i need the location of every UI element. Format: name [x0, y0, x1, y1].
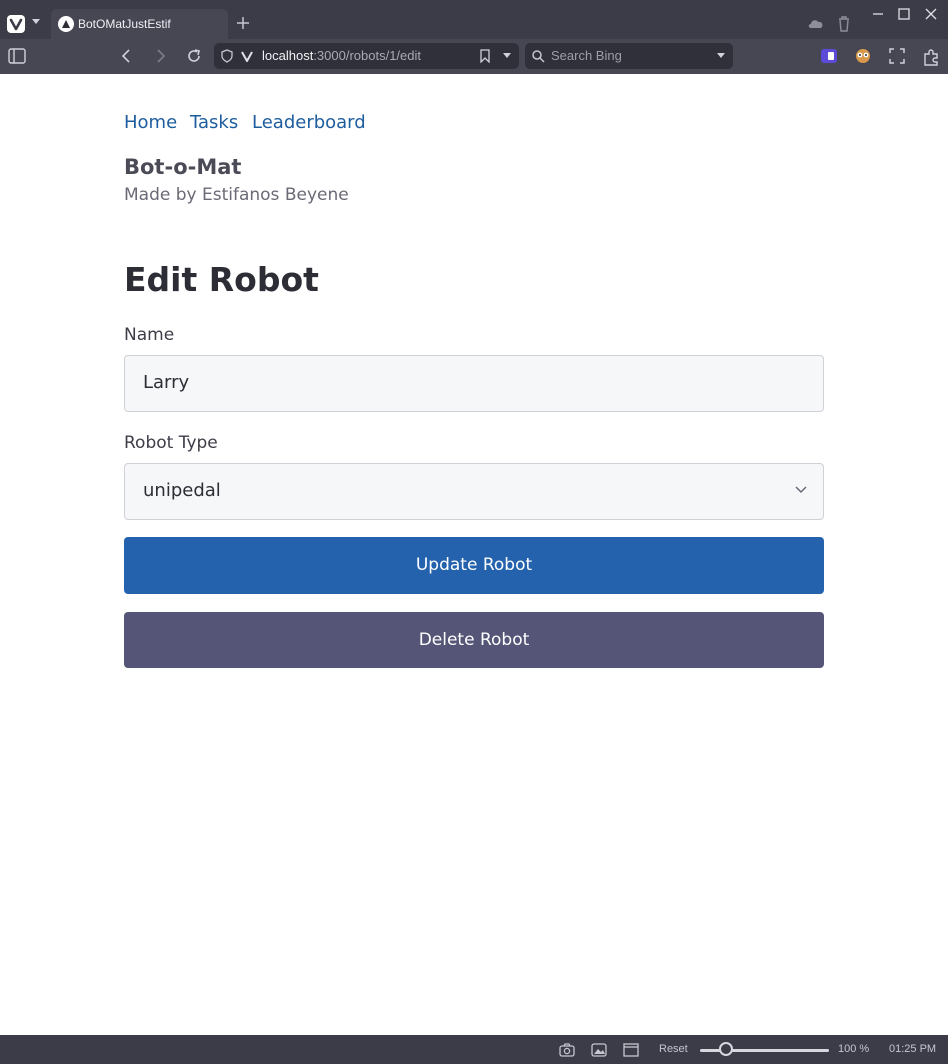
- vivaldi-logo-icon: [9, 18, 23, 31]
- chevron-down-icon: [795, 486, 807, 494]
- nav-link-leaderboard[interactable]: Leaderboard: [252, 112, 366, 133]
- back-icon[interactable]: [119, 48, 133, 64]
- name-field-value: Larry: [143, 372, 190, 393]
- panel-toggle-icon[interactable]: [8, 48, 26, 64]
- url-path: :3000/robots/1/edit: [313, 48, 422, 63]
- delete-robot-button[interactable]: Delete Robot: [124, 612, 824, 668]
- vivaldi-badge-icon: [241, 51, 253, 62]
- search-input[interactable]: Search Bing: [551, 48, 622, 63]
- extension-shield-icon[interactable]: [820, 48, 838, 64]
- minimize-icon[interactable]: [872, 8, 884, 20]
- url-host: localhost: [262, 48, 314, 63]
- sync-cloud-icon[interactable]: [807, 17, 825, 29]
- browser-tab-bar: BotOMatJustEstif: [0, 0, 948, 39]
- reload-icon[interactable]: [186, 48, 202, 64]
- robot-type-label: Robot Type: [124, 433, 218, 453]
- page-content: Home Tasks Leaderboard Bot-o-Mat Made by…: [0, 74, 948, 1035]
- robot-type-value: unipedal: [143, 480, 221, 501]
- maximize-icon[interactable]: [898, 8, 910, 20]
- search-icon: [532, 50, 545, 63]
- tab-title: BotOMatJustEstif: [78, 17, 171, 31]
- address-bar[interactable]: localhost:3000/robots/1/edit: [214, 43, 519, 69]
- zoom-level: 100 %: [838, 1043, 870, 1055]
- search-engine-dropdown-icon[interactable]: [716, 53, 726, 59]
- status-bar: Reset 100 % 01:25 PM: [0, 1035, 948, 1064]
- new-tab-icon[interactable]: [236, 16, 250, 30]
- trash-icon[interactable]: [837, 16, 851, 32]
- bookmark-icon[interactable]: [480, 49, 490, 63]
- camera-icon[interactable]: [559, 1043, 575, 1057]
- active-tab[interactable]: BotOMatJustEstif: [51, 9, 228, 39]
- nav-link-tasks[interactable]: Tasks: [190, 112, 238, 133]
- nav-link-home[interactable]: Home: [124, 112, 177, 133]
- extension-owl-icon[interactable]: [854, 48, 872, 64]
- brand-subtitle: Made by Estifanos Beyene: [124, 185, 349, 205]
- site-favicon-icon: [58, 16, 74, 32]
- forward-icon[interactable]: [154, 48, 168, 64]
- name-label: Name: [124, 325, 175, 345]
- brand-title: Bot-o-Mat: [124, 155, 242, 179]
- url-text[interactable]: localhost:3000/robots/1/edit: [262, 48, 421, 63]
- name-field[interactable]: Larry: [124, 355, 824, 412]
- capture-extension-icon[interactable]: [889, 48, 905, 64]
- address-dropdown-icon[interactable]: [502, 53, 512, 59]
- page-tiling-icon[interactable]: [623, 1043, 639, 1057]
- search-bar[interactable]: Search Bing: [525, 43, 733, 69]
- vivaldi-menu-button[interactable]: [7, 15, 25, 33]
- zoom-slider-handle[interactable]: [719, 1042, 733, 1056]
- page-title: Edit Robot: [124, 260, 319, 299]
- robot-type-select[interactable]: unipedal: [124, 463, 824, 520]
- extensions-puzzle-icon[interactable]: [922, 48, 940, 66]
- clock: 01:25 PM: [889, 1043, 937, 1055]
- image-toggle-icon[interactable]: [591, 1043, 607, 1057]
- tab-menu-chevron-icon[interactable]: [31, 19, 41, 25]
- close-icon[interactable]: [925, 8, 937, 20]
- browser-toolbar: localhost:3000/robots/1/edit Search Bing: [0, 39, 948, 74]
- shield-icon[interactable]: [221, 49, 233, 63]
- zoom-reset-button[interactable]: Reset: [659, 1043, 688, 1055]
- update-robot-button[interactable]: Update Robot: [124, 537, 824, 594]
